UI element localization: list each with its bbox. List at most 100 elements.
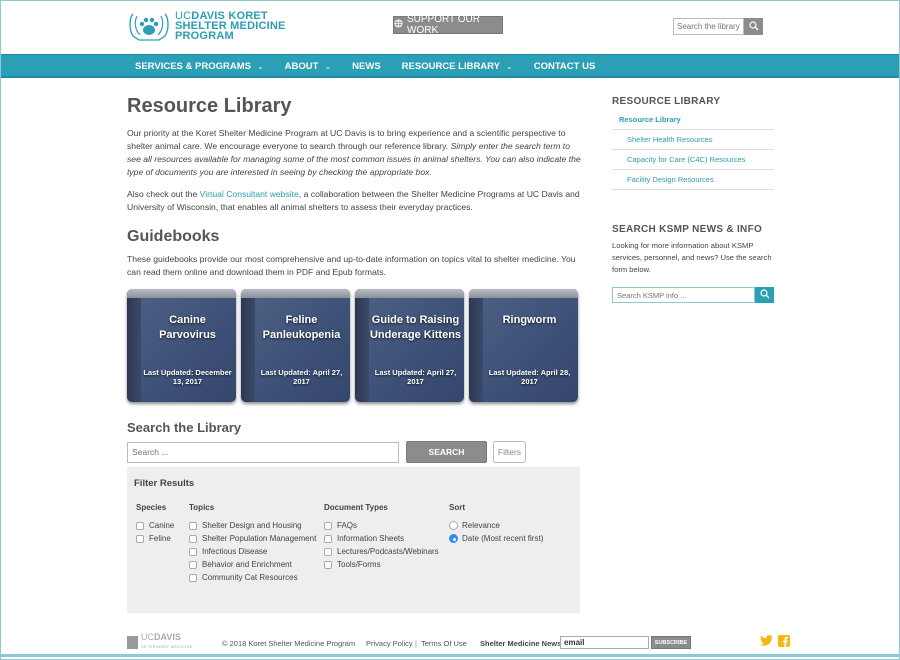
nav-news[interactable]: NEWS bbox=[352, 61, 381, 72]
radio-button-selected[interactable] bbox=[449, 534, 458, 543]
doctype-faqs-option[interactable]: FAQs bbox=[324, 519, 439, 532]
checkbox[interactable] bbox=[189, 521, 197, 530]
twitter-icon[interactable] bbox=[760, 635, 773, 649]
option-label: Infectious Disease bbox=[202, 547, 268, 556]
sidebar-item-capacity-for-care[interactable]: Capacity for Care (C4C) Resources bbox=[612, 150, 774, 170]
vetmed-logo-text: UCDAVIS VETERINARY MEDICINE bbox=[141, 632, 193, 650]
document-types-label: Document Types bbox=[324, 503, 388, 512]
search-icon bbox=[759, 286, 770, 304]
checkbox[interactable] bbox=[189, 547, 197, 556]
option-label: Shelter Population Management bbox=[202, 534, 317, 543]
nav-label: ABOUT bbox=[284, 60, 319, 72]
sidebar-item-facility-design[interactable]: Facility Design Resources bbox=[612, 170, 774, 190]
ksmp-search-input[interactable] bbox=[612, 287, 755, 303]
guidebooks-description: These guidebooks provide our most compre… bbox=[127, 254, 576, 277]
checkbox[interactable] bbox=[324, 534, 332, 543]
topic-population-management-option[interactable]: Shelter Population Management bbox=[189, 532, 316, 545]
book-title: Guide to Raising Underage Kittens bbox=[369, 314, 462, 341]
newsletter-email-input[interactable] bbox=[560, 636, 649, 649]
sort-relevance-option[interactable]: Relevance bbox=[449, 519, 543, 532]
privacy-policy-link[interactable]: Privacy Policy bbox=[366, 639, 413, 648]
checkbox[interactable] bbox=[189, 560, 197, 569]
nav-resource-library[interactable]: RESOURCE LIBRARY ⌄ bbox=[402, 61, 513, 72]
sort-date-option[interactable]: Date (Most recent first) bbox=[449, 532, 543, 545]
site-header: UCDAVIS KORET SHELTER MEDICINE PROGRAM S… bbox=[0, 0, 900, 54]
nav-services-programs[interactable]: SERVICES & PROGRAMS ⌄ bbox=[135, 61, 264, 72]
virtual-consultant-link[interactable]: Virtual Consultant website bbox=[200, 189, 299, 199]
guidebook-underage-kittens[interactable]: Guide to Raising Underage Kittens Last U… bbox=[355, 289, 464, 402]
species-feline-option[interactable]: Feline bbox=[136, 532, 174, 545]
option-label: FAQs bbox=[337, 521, 358, 530]
checkbox[interactable] bbox=[324, 560, 332, 569]
main-nav: SERVICES & PROGRAMS ⌄ ABOUT ⌄ NEWS RESOURC… bbox=[0, 54, 900, 78]
sidebar-item-resource-library[interactable]: Resource Library bbox=[612, 110, 774, 130]
option-label: Shelter Design and Housing bbox=[202, 521, 302, 530]
ksmp-search-button[interactable] bbox=[755, 287, 774, 303]
book-spine-left bbox=[127, 298, 141, 402]
virtual-consultant-paragraph: Also check out the Virtual Consultant we… bbox=[127, 188, 582, 214]
chevron-down-icon: ⌄ bbox=[324, 61, 332, 71]
book-updated: Last Updated: December 13, 2017 bbox=[143, 368, 232, 386]
nav-about[interactable]: ABOUT ⌄ bbox=[285, 61, 331, 72]
doctype-info-sheets-option[interactable]: Information Sheets bbox=[324, 532, 439, 545]
checkbox[interactable] bbox=[136, 521, 144, 530]
option-label: Tools/Forms bbox=[337, 560, 381, 569]
site-logo[interactable]: UCDAVIS KORET SHELTER MEDICINE PROGRAM bbox=[127, 10, 286, 42]
support-our-work-button[interactable]: SUPPORT OUR WORK bbox=[393, 14, 503, 36]
library-search-input[interactable] bbox=[673, 18, 744, 35]
book-title: Ringworm bbox=[502, 314, 557, 326]
topic-infectious-disease-option[interactable]: Infectious Disease bbox=[189, 545, 316, 558]
nav-label: SERVICES & PROGRAMS bbox=[135, 60, 251, 72]
filter-panel: Filter Results Species Canine Feline Top… bbox=[127, 467, 580, 613]
checkbox[interactable] bbox=[324, 547, 332, 556]
doctype-tools-forms-option[interactable]: Tools/Forms bbox=[324, 558, 439, 571]
book-updated: Last Updated: April 28, 2017 bbox=[488, 368, 571, 386]
footer-separator: | bbox=[415, 639, 417, 648]
sort-label: Sort bbox=[449, 503, 465, 512]
option-label: Information Sheets bbox=[337, 534, 405, 543]
subscribe-button[interactable]: SUBSCRIBE bbox=[651, 636, 691, 649]
checkbox[interactable] bbox=[324, 521, 332, 530]
topic-shelter-design-option[interactable]: Shelter Design and Housing bbox=[189, 519, 316, 532]
facebook-icon[interactable] bbox=[778, 635, 790, 650]
topic-community-cat-option[interactable]: Community Cat Resources bbox=[189, 571, 316, 584]
nav-label: NEWS bbox=[352, 60, 381, 72]
sort-filter: Sort Relevance Date (Most recent first) bbox=[449, 503, 543, 545]
book-spine-top bbox=[469, 289, 578, 298]
library-search-field[interactable] bbox=[127, 441, 399, 463]
doctype-lectures-option[interactable]: Lectures/Podcasts/Webinars bbox=[324, 545, 439, 558]
topics-label: Topics bbox=[189, 503, 215, 512]
checkbox[interactable] bbox=[189, 534, 197, 543]
checkbox[interactable] bbox=[189, 573, 197, 582]
search-button[interactable]: SEARCH bbox=[406, 441, 487, 463]
nav-label: CONTACT US bbox=[533, 60, 596, 72]
guidebook-ringworm[interactable]: Ringworm Last Updated: April 28, 2017 bbox=[469, 289, 578, 402]
copyright: © 2018 Koret Shelter Medicine Program bbox=[222, 639, 356, 648]
guidebooks-heading: Guidebooks bbox=[127, 228, 220, 245]
guidebook-feline-panleukopenia[interactable]: Feline Panleukopenia Last Updated: April… bbox=[241, 289, 350, 402]
nav-contact-us[interactable]: CONTACT US bbox=[534, 61, 596, 72]
option-label: Relevance bbox=[462, 521, 500, 530]
filters-button[interactable]: Filters bbox=[493, 441, 526, 463]
topic-behavior-enrichment-option[interactable]: Behavior and Enrichment bbox=[189, 558, 316, 571]
shield-icon bbox=[127, 635, 138, 649]
radio-button[interactable] bbox=[449, 521, 458, 530]
search-library-heading: Search the Library bbox=[127, 420, 242, 435]
footer-divider bbox=[0, 654, 900, 657]
species-filter: Species Canine Feline bbox=[136, 503, 174, 545]
guidebook-canine-parvovirus[interactable]: Canine Parvovirus Last Updated: December… bbox=[127, 289, 236, 402]
sidebar-item-shelter-health[interactable]: Shelter Health Resources bbox=[612, 130, 774, 150]
newsletter-label: Shelter Medicine News bbox=[480, 639, 562, 648]
checkbox[interactable] bbox=[136, 534, 144, 543]
logo-uc: UC bbox=[141, 632, 154, 642]
nav-label: RESOURCE LIBRARY bbox=[401, 60, 501, 72]
page-title: Resource Library bbox=[127, 95, 292, 117]
logo-davis: DAVIS bbox=[154, 632, 181, 642]
ucdavis-vetmed-logo[interactable]: UCDAVIS VETERINARY MEDICINE bbox=[127, 632, 193, 650]
species-canine-option[interactable]: Canine bbox=[136, 519, 174, 532]
option-label: Feline bbox=[149, 534, 171, 543]
option-label: Date (Most recent first) bbox=[462, 534, 544, 543]
terms-of-use-link[interactable]: Terms Of Use bbox=[421, 639, 467, 648]
header-search-button[interactable] bbox=[744, 18, 763, 35]
option-label: Canine bbox=[149, 521, 175, 530]
